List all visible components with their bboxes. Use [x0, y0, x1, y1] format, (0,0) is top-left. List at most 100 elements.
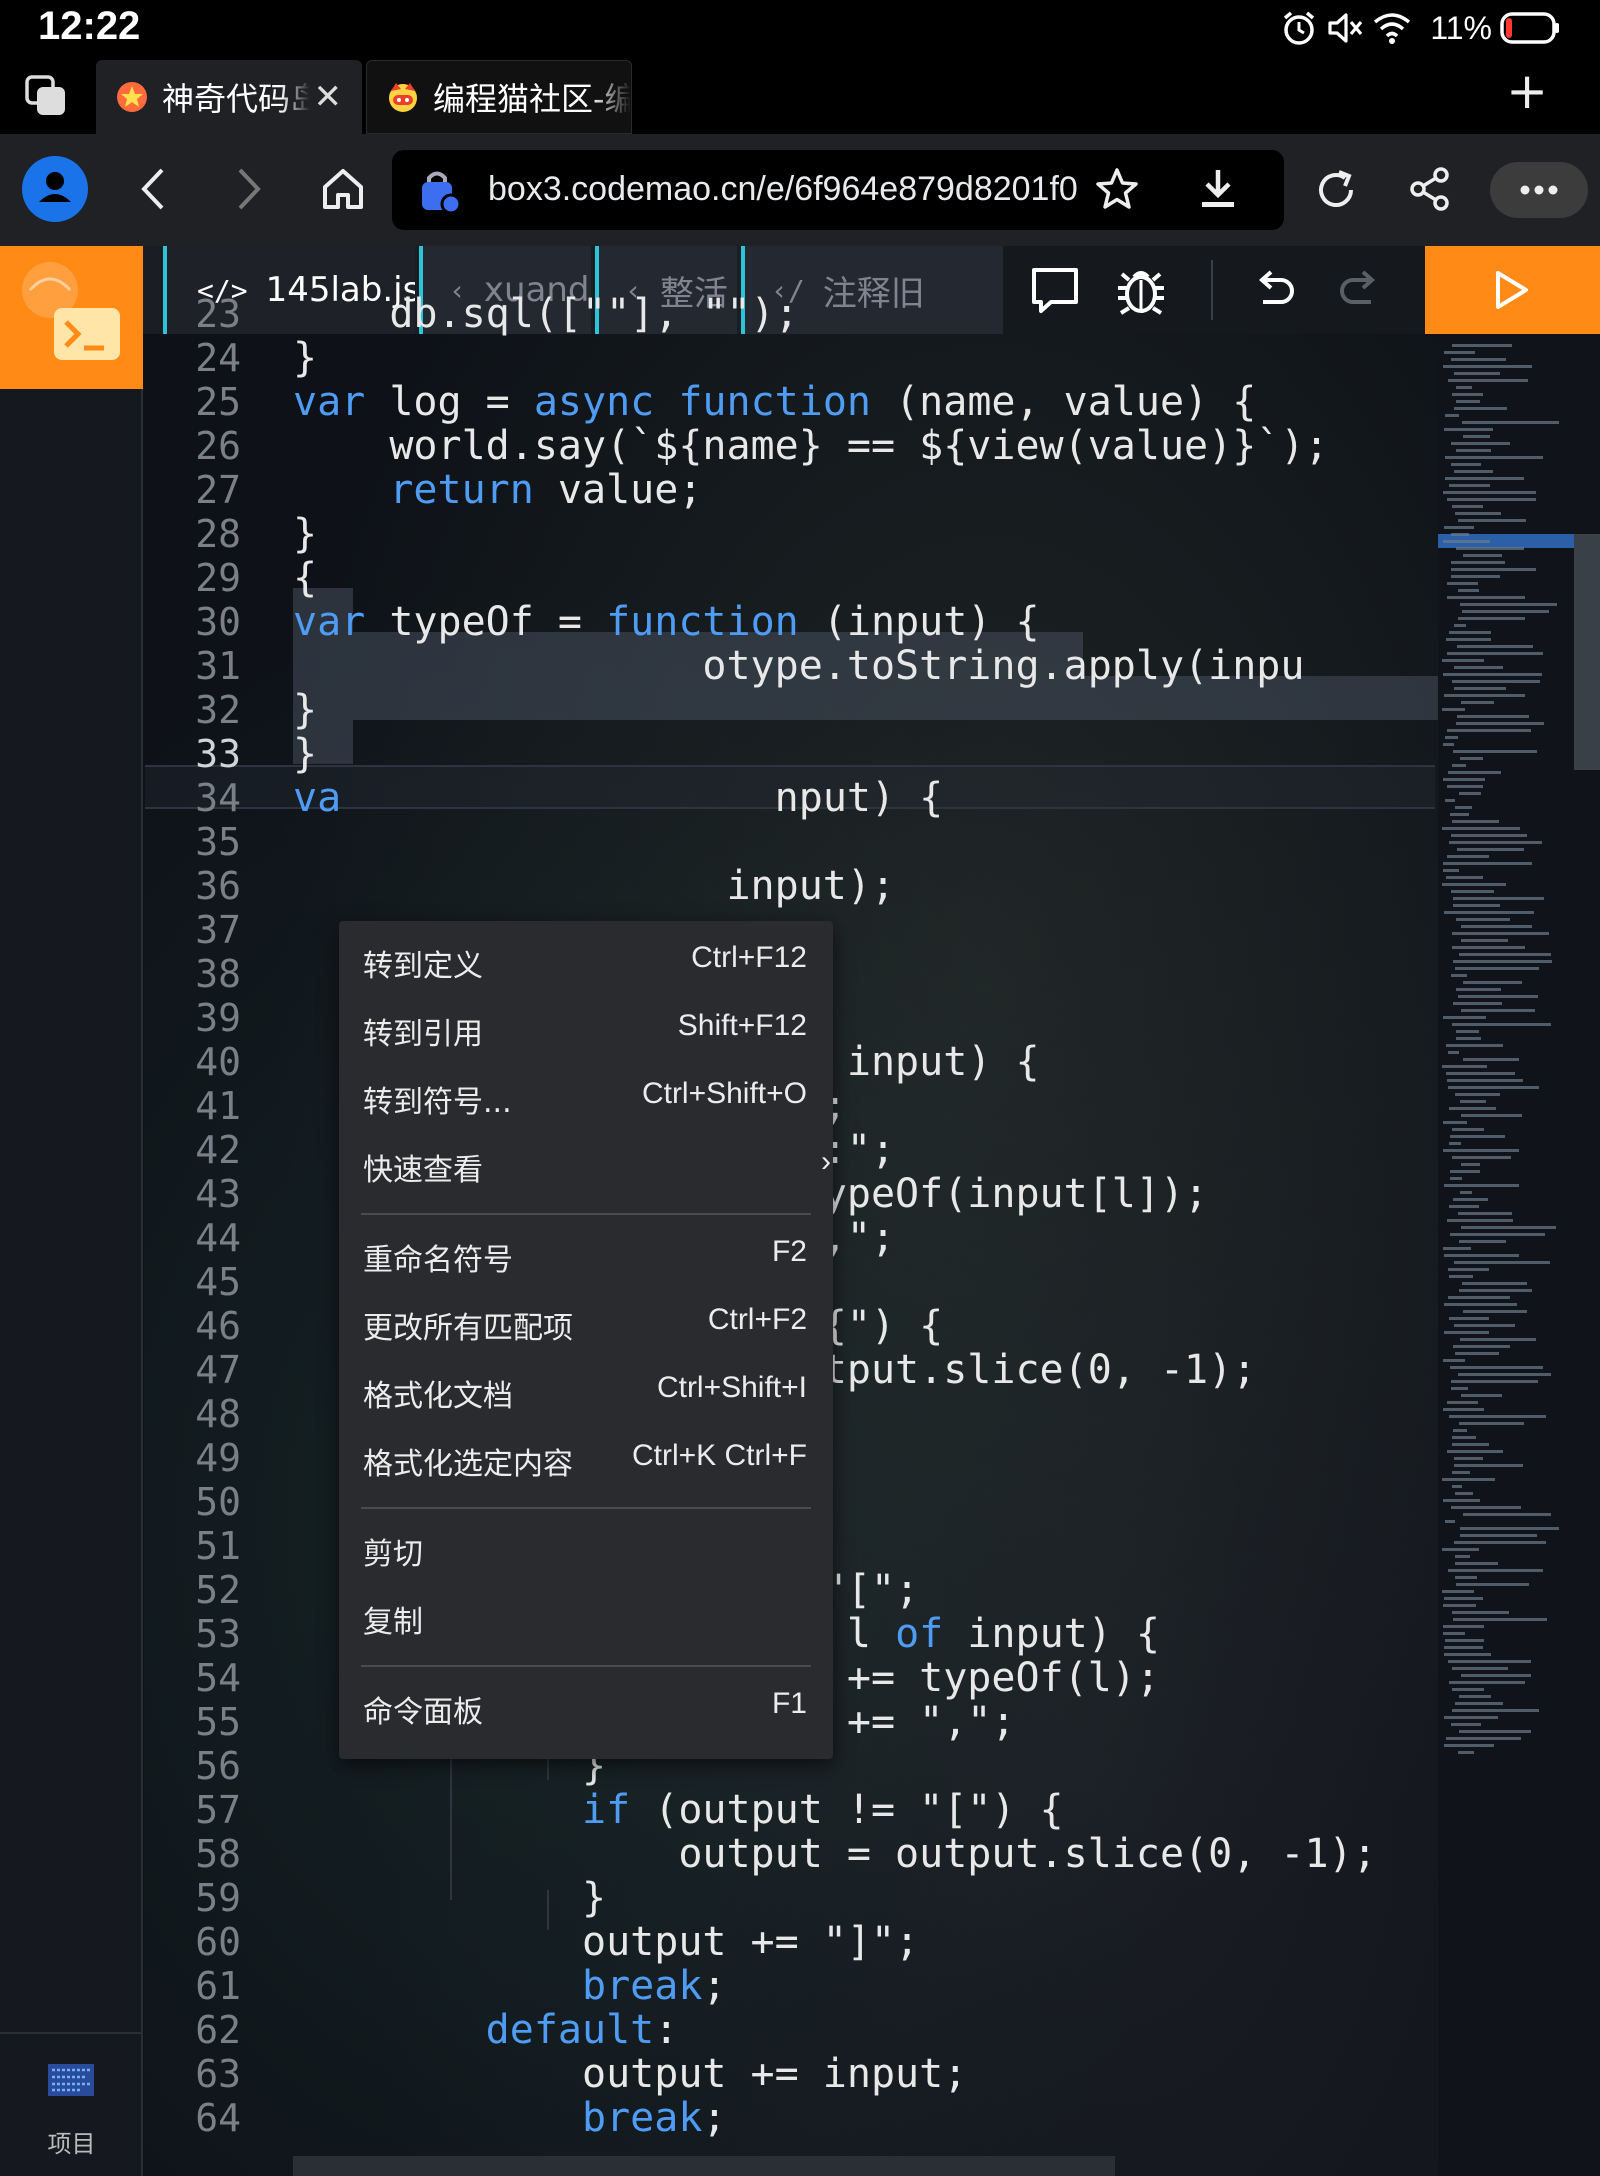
menu-item[interactable]: 更改所有匹配项 Ctrl+F2	[339, 1293, 833, 1351]
menu-item[interactable]: 剪切	[339, 1519, 833, 1577]
reload-icon[interactable]	[1314, 168, 1358, 212]
minimap-line	[1443, 1499, 1480, 1502]
minimap-line	[1458, 1373, 1551, 1376]
minimap-line	[1452, 1709, 1539, 1712]
code-line: if (output != "[") {	[293, 1788, 1064, 1832]
play-icon	[1496, 271, 1528, 309]
browser-tab-active[interactable]: 神奇代码岛 ✕	[96, 60, 362, 134]
minimap-line	[1443, 540, 1490, 543]
menu-separator	[361, 1507, 811, 1509]
profile-avatar[interactable]	[22, 156, 88, 222]
minimap-line	[1449, 1142, 1461, 1145]
code-line: break;	[293, 1964, 727, 2008]
code-editor: 项目 </> 145lab.js ‹ xuand ‹ 整活 ‹/ 注释旧 23 …	[0, 246, 1600, 2176]
minimap-line	[1443, 491, 1536, 494]
browser-tab-strip: 神奇代码岛 ✕ 编程猫社区-编 +	[0, 56, 1600, 134]
code-keyword: var	[293, 599, 366, 645]
bookmark-star-icon[interactable]	[1094, 166, 1140, 212]
menu-item-label: 转到符号...	[363, 1085, 512, 1120]
menu-item[interactable]: 转到定义 Ctrl+F12	[339, 931, 833, 989]
minimap-line	[1447, 1219, 1513, 1222]
code-text: output += "]";	[293, 1919, 920, 1965]
minimap-line	[1459, 953, 1551, 956]
browser-tab-inactive[interactable]: 编程猫社区-编	[366, 60, 632, 134]
new-tab-icon[interactable]: +	[1506, 62, 1548, 120]
menu-item[interactable]: 格式化选定内容 Ctrl+K Ctrl+F	[339, 1429, 833, 1487]
code-text: }	[293, 335, 318, 381]
minimap-line	[1445, 414, 1459, 417]
minimap-line	[1445, 1520, 1455, 1523]
minimap-line	[1449, 484, 1490, 487]
minimap-line	[1455, 806, 1472, 809]
home-icon[interactable]	[320, 166, 366, 212]
menu-item[interactable]: 复制	[339, 1587, 833, 1645]
vertical-scrollbar[interactable]	[1574, 534, 1600, 770]
code-text: }	[293, 511, 318, 557]
code-keyword: break	[581, 2095, 703, 2141]
minimap-line	[1443, 673, 1542, 676]
minimap-line	[1455, 1492, 1473, 1495]
minimap-line	[1458, 519, 1526, 522]
code-text: input);	[293, 863, 896, 909]
menu-item[interactable]: 快速查看 ›	[339, 1135, 833, 1193]
minimap-line	[1448, 771, 1501, 774]
run-button[interactable]	[1425, 246, 1600, 334]
minimap-line	[1449, 841, 1542, 844]
code-line: default:	[293, 2008, 679, 2052]
code-keyword: async function	[533, 379, 871, 425]
code-text: output = output.slice(0, -1);	[293, 1831, 1377, 1877]
code-line: return value;	[293, 468, 702, 512]
forward-icon[interactable]	[232, 164, 266, 214]
minimap-line	[1457, 848, 1524, 851]
minimap-line	[1452, 764, 1466, 767]
minimap-line	[1454, 407, 1507, 410]
horizontal-scrollbar[interactable]	[293, 2156, 1115, 2176]
code-text: log =	[365, 379, 534, 425]
minimap[interactable]	[1438, 334, 1600, 2176]
battery-icon	[1500, 12, 1559, 44]
menu-item[interactable]: 格式化文档 Ctrl+Shift+I	[339, 1361, 833, 1419]
minimap-line	[1452, 932, 1549, 935]
minimap-line	[1454, 666, 1503, 669]
minimap-line	[1445, 799, 1455, 802]
minimap-line	[1453, 1429, 1467, 1432]
code-keyword: var	[293, 379, 366, 425]
more-menu-button[interactable]	[1490, 162, 1588, 218]
minimap-line	[1442, 1548, 1479, 1551]
back-icon[interactable]	[136, 164, 170, 214]
minimap-line	[1460, 1191, 1472, 1194]
status-icons: 11%	[1280, 8, 1560, 48]
minimap-line	[1451, 358, 1506, 361]
minimap-line	[1451, 1723, 1481, 1726]
minimap-line	[1443, 365, 1532, 368]
minimap-line	[1451, 561, 1505, 564]
download-icon[interactable]	[1198, 166, 1238, 212]
share-icon[interactable]	[1408, 166, 1452, 212]
code-line: }	[293, 336, 317, 380]
menu-item[interactable]: 转到引用 Shift+F12	[339, 999, 833, 1057]
menu-separator	[361, 1213, 811, 1215]
code-text: (output != "[") {	[630, 1787, 1064, 1833]
minimap-line	[1444, 1303, 1517, 1306]
code-text: (name, value) {	[870, 379, 1257, 425]
minimap-line	[1456, 918, 1510, 921]
close-tab-icon[interactable]: ✕	[314, 77, 343, 117]
address-bar[interactable]: box3.codemao.cn/e/6f964e879d8201f0	[392, 150, 1284, 230]
tab-switcher-icon[interactable]	[24, 74, 70, 118]
minimap-line	[1446, 1072, 1515, 1075]
minimap-line	[1442, 1478, 1495, 1481]
minimap-line	[1462, 1282, 1527, 1285]
minimap-line	[1449, 631, 1491, 634]
minimap-line	[1455, 1562, 1498, 1565]
minimap-line	[1443, 743, 1454, 746]
minimap-line	[1444, 1254, 1519, 1257]
menu-item[interactable]: 重命名符号 F2	[339, 1225, 833, 1283]
code-text: typeOf =	[365, 599, 607, 645]
menu-item[interactable]: 命令面板 F1	[339, 1677, 833, 1735]
minimap-line	[1461, 1674, 1531, 1677]
minimap-line	[1461, 1009, 1535, 1012]
menu-item[interactable]: 转到符号... Ctrl+Shift+O	[339, 1067, 833, 1125]
minimap-line	[1460, 1100, 1486, 1103]
minimap-line	[1446, 1737, 1521, 1740]
minimap-line	[1447, 785, 1483, 788]
